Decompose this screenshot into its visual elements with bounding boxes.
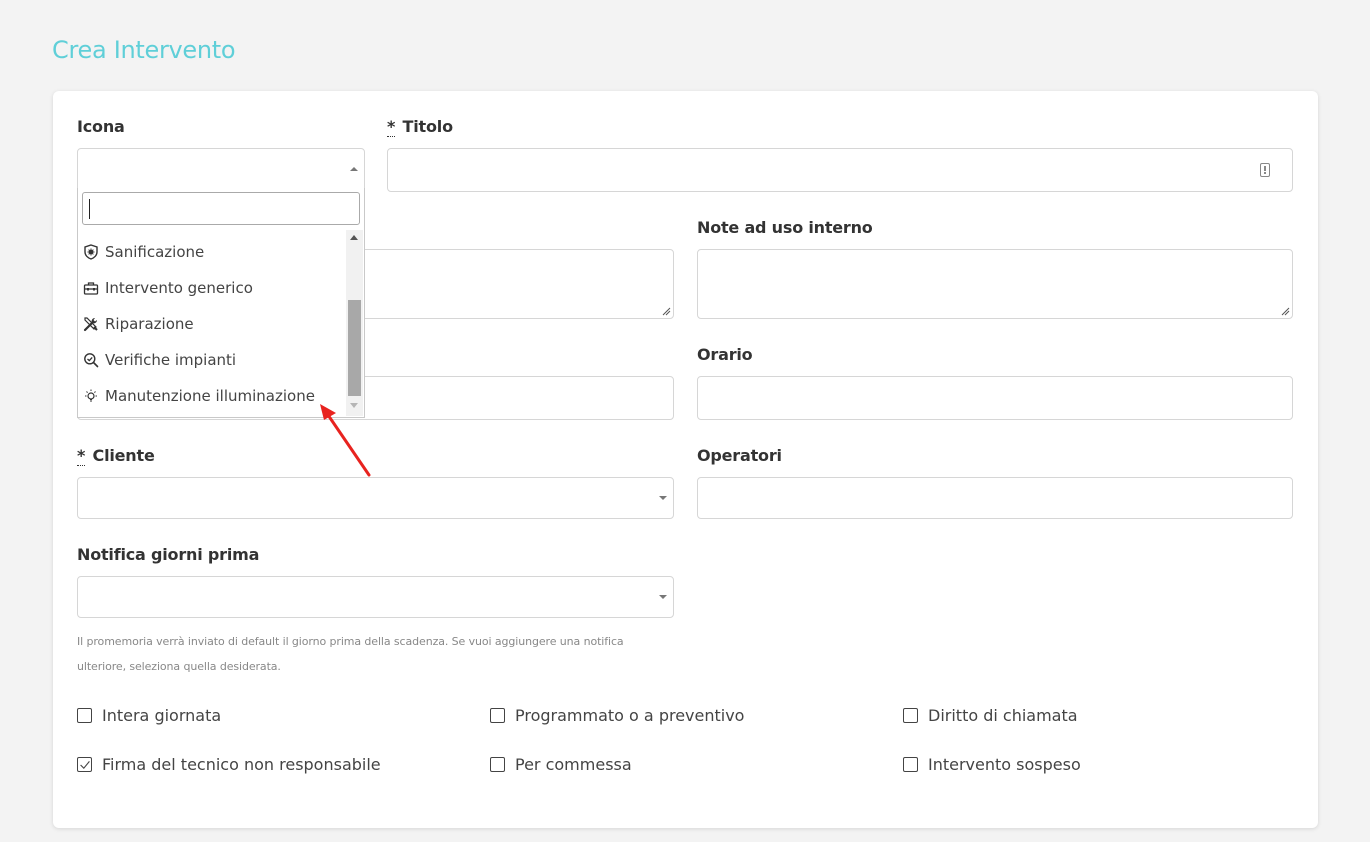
icona-label: Icona: [77, 117, 125, 136]
scroll-thumb[interactable]: [348, 300, 361, 396]
checkbox-box[interactable]: [77, 708, 92, 723]
checkbox-label: Diritto di chiamata: [928, 706, 1078, 725]
resize-handle-icon[interactable]: [662, 307, 671, 316]
required-marker: *: [387, 117, 396, 137]
text-cursor: [89, 199, 90, 219]
checkbox-box[interactable]: [490, 708, 505, 723]
annotation-arrow-icon: [320, 404, 371, 477]
checkbox-label: Programmato o a preventivo: [515, 706, 745, 725]
orario-input[interactable]: [697, 376, 1293, 420]
caret-down-icon: [659, 496, 667, 500]
notifica-label: Notifica giorni prima: [77, 545, 260, 564]
icona-select[interactable]: [77, 148, 365, 189]
search-check-icon: [84, 353, 99, 368]
shield-virus-icon: [84, 244, 98, 260]
option-label: Intervento generico: [105, 279, 253, 297]
titolo-label: * Titolo: [387, 117, 454, 137]
operatori-input[interactable]: [697, 477, 1293, 519]
resize-handle-icon[interactable]: [1281, 307, 1290, 316]
checkbox-box-checked[interactable]: [77, 757, 92, 772]
notifica-help-text: Il promemoria verrà inviato di default i…: [77, 635, 624, 673]
info-icon: [1260, 163, 1270, 177]
option-label: Riparazione: [105, 315, 194, 333]
lightbulb-icon: [85, 389, 97, 402]
toolbox-icon: [83, 282, 99, 295]
checkbox-box[interactable]: [903, 757, 918, 772]
orario-label: Orario: [697, 345, 753, 364]
icona-dropdown: Sanificazione Intervento generico Ripara…: [77, 188, 365, 418]
form-card: Icona * Titolo Note ad uso interno Orari…: [53, 91, 1318, 828]
checkbox-label: Per commessa: [515, 755, 632, 774]
checkbox-label: Intera giornata: [102, 706, 222, 725]
operatori-label: Operatori: [697, 446, 782, 465]
cliente-label-text: Cliente: [92, 446, 155, 465]
scroll-up-icon[interactable]: [350, 235, 358, 240]
tools-icon: [83, 317, 98, 332]
option-label: Manutenzione illuminazione: [105, 387, 315, 405]
checkbox-box[interactable]: [490, 757, 505, 772]
caret-up-icon: [350, 166, 358, 171]
required-marker: *: [77, 446, 86, 466]
dropdown-search-input[interactable]: [82, 192, 360, 225]
cliente-label: * Cliente: [77, 446, 155, 466]
dropdown-scrollbar[interactable]: [346, 230, 363, 416]
checkbox-label: Firma del tecnico non responsabile: [102, 755, 381, 774]
option-label: Sanificazione: [105, 243, 205, 261]
note-interne-textarea[interactable]: [697, 249, 1293, 319]
notifica-select[interactable]: [77, 576, 674, 618]
note-interne-label: Note ad uso interno: [697, 218, 873, 237]
option-label: Verifiche impianti: [105, 351, 237, 369]
checkmark-icon: [79, 760, 90, 769]
checkbox-box[interactable]: [903, 708, 918, 723]
titolo-label-text: Titolo: [402, 117, 454, 136]
caret-down-icon: [659, 595, 667, 599]
cliente-select[interactable]: [77, 477, 674, 519]
checkbox-label: Intervento sospeso: [928, 755, 1081, 774]
page-title: Crea Intervento: [52, 36, 236, 64]
titolo-input[interactable]: [387, 148, 1293, 192]
